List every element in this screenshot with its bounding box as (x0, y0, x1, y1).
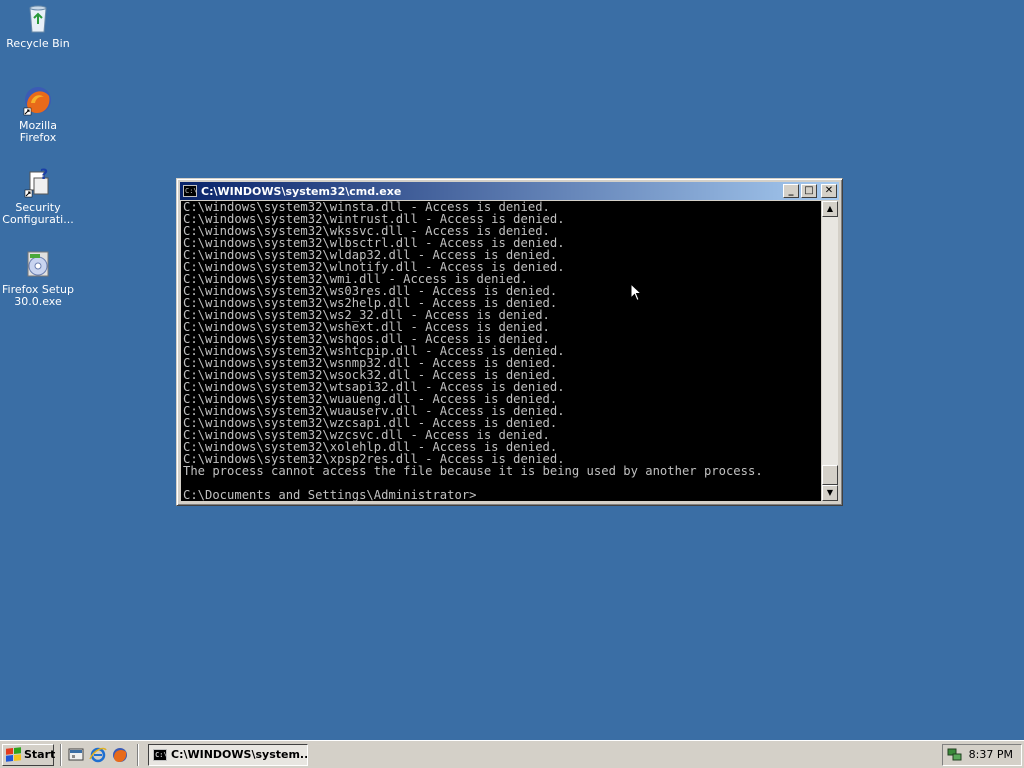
desktop-icon-label: Security Configurati... (2, 201, 74, 226)
windows-logo-icon (6, 747, 21, 762)
cmd-window[interactable]: C:\ C:\WINDOWS\system32\cmd.exe _ □ ✕ C:… (176, 178, 843, 506)
console-line: C:\Documents and Settings\Administrator> (183, 488, 477, 501)
desktop-icon-label: Recycle Bin (6, 37, 70, 50)
network-tray-icon[interactable] (947, 747, 963, 763)
window-titlebar[interactable]: C:\ C:\WINDOWS\system32\cmd.exe _ □ ✕ (180, 182, 839, 200)
scroll-thumb[interactable] (822, 465, 838, 485)
desktop-icon-mozilla-firefox[interactable]: Mozilla Firefox (0, 84, 76, 144)
desktop-icon-security-configuration[interactable]: ? Security Configurati... (0, 166, 76, 226)
show-desktop-icon[interactable] (67, 746, 85, 764)
desktop-icon-firefox-setup[interactable]: Firefox Setup 30.0.exe (0, 248, 76, 308)
desktop-icon-label: Mozilla Firefox (19, 119, 57, 144)
scroll-down-button[interactable]: ▼ (822, 485, 838, 501)
taskbar-button-label: C:\WINDOWS\system... (171, 748, 308, 761)
start-label: Start (24, 748, 56, 761)
console-area[interactable]: C:\windows\system32\winsta.dll - Access … (181, 201, 838, 501)
taskbar-separator (137, 743, 139, 766)
start-button[interactable]: Start (2, 743, 56, 766)
desktop-icon-recycle-bin[interactable]: Recycle Bin (0, 2, 76, 50)
close-button[interactable]: ✕ (821, 184, 837, 198)
console-line: The process cannot access the file becau… (183, 464, 763, 478)
console-output[interactable]: C:\windows\system32\winsta.dll - Access … (181, 201, 821, 501)
minimize-button[interactable]: _ (783, 184, 799, 198)
window-title: C:\WINDOWS\system32\cmd.exe (201, 184, 402, 198)
cmd-window-icon: C:\ (153, 748, 168, 761)
desktop-icon-label: Firefox Setup 30.0.exe (2, 283, 74, 308)
internet-explorer-icon[interactable] (89, 746, 107, 764)
svg-text:?: ? (40, 167, 48, 183)
scroll-up-button[interactable]: ▲ (822, 201, 838, 217)
firefox-icon[interactable] (111, 746, 129, 764)
taskbar-separator (60, 743, 62, 766)
vertical-scrollbar[interactable]: ▲ ▼ (821, 201, 838, 501)
setup-installer-icon (22, 248, 54, 280)
taskbar-button-cmd[interactable]: C:\ C:\WINDOWS\system... (148, 743, 308, 766)
security-config-icon: ? (22, 166, 54, 198)
cmd-window-icon[interactable]: C:\ (183, 185, 198, 197)
mouse-cursor-icon (630, 282, 644, 303)
taskbar: Start C:\ C:\WINDOWS\system... 8:37 PM (0, 740, 1024, 768)
system-tray: 8:37 PM (942, 743, 1022, 766)
maximize-button[interactable]: □ (801, 184, 817, 198)
firefox-icon (22, 84, 54, 116)
recycle-bin-icon (22, 2, 54, 34)
clock[interactable]: 8:37 PM (969, 748, 1013, 761)
